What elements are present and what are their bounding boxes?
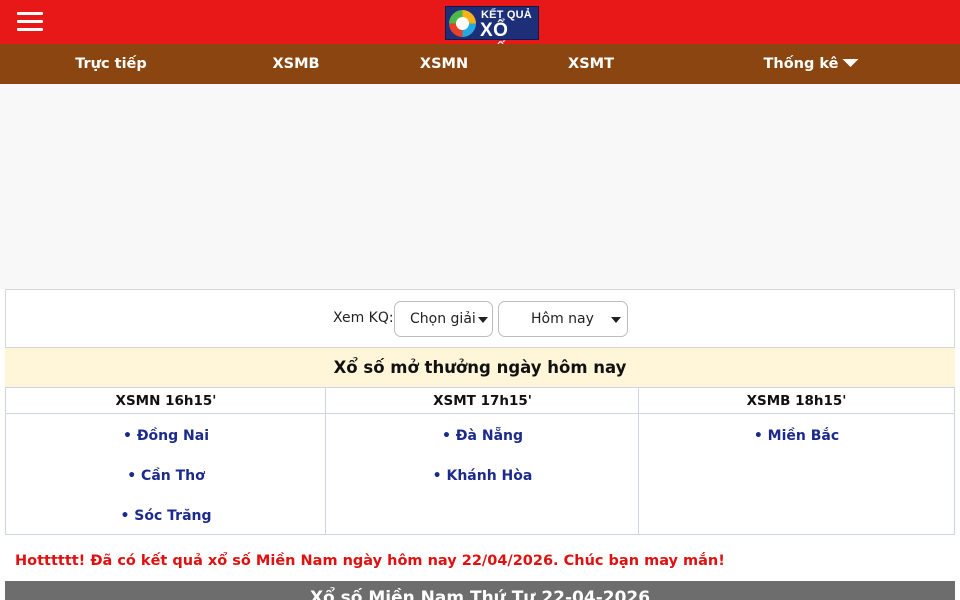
- prize-select[interactable]: Chọn giải: [394, 301, 493, 337]
- ad-placeholder: [0, 84, 960, 289]
- column-header: XSMT 17h15': [326, 388, 639, 414]
- main-nav: Trực tiếp XSMB XSMN XSMT Thống kê: [0, 44, 960, 84]
- nav-truc-tiep[interactable]: Trực tiếp: [75, 44, 147, 84]
- result-filter: Xem KQ: Chọn giải Hôm nay: [5, 289, 955, 348]
- province-link[interactable]: • Đồng Nai: [6, 423, 326, 463]
- dropdown-arrow-icon: [611, 317, 621, 323]
- province-link[interactable]: • Sóc Trăng: [6, 503, 326, 543]
- province-link[interactable]: • Cần Thơ: [6, 463, 326, 503]
- top-header: KẾT QUẢ XỔ SỐ: [0, 0, 960, 63]
- today-heading: Xổ số mở thưởng ngày hôm nay: [5, 348, 955, 387]
- nav-thong-ke[interactable]: Thống kê: [763, 44, 859, 84]
- schedule-column-xsmt: XSMT 17h15' • Đà Nẵng • Khánh Hòa: [325, 388, 639, 534]
- date-select-value: Hôm nay: [531, 311, 594, 327]
- today-schedule-table: XSMN 16h15' • Đồng Nai • Cần Thơ • Sóc T…: [5, 387, 955, 535]
- dropdown-arrow-icon: [478, 317, 488, 323]
- nav-xsmn[interactable]: XSMN: [420, 44, 468, 84]
- province-link[interactable]: • Miền Bắc: [639, 423, 954, 463]
- site-logo[interactable]: KẾT QUẢ XỔ SỐ: [445, 6, 539, 63]
- result-title: Xổ số Miền Nam Thứ Tư 22-04-2026: [309, 588, 651, 600]
- caret-down-icon: [842, 59, 859, 67]
- hot-notice[interactable]: Hotttttt! Đã có kết quả xổ số Miền Nam n…: [15, 553, 725, 569]
- hamburger-menu-icon[interactable]: [17, 11, 43, 33]
- column-header: XSMN 16h15': [6, 388, 326, 414]
- result-title-bar: Xổ số Miền Nam Thứ Tư 22-04-2026: [5, 581, 955, 600]
- nav-xsmt[interactable]: XSMT: [568, 44, 614, 84]
- schedule-column-xsmn: XSMN 16h15' • Đồng Nai • Cần Thơ • Sóc T…: [6, 388, 326, 534]
- filter-label: Xem KQ:: [333, 310, 394, 326]
- nav-xsmb[interactable]: XSMB: [272, 44, 319, 84]
- logo-circle-icon: [449, 10, 476, 37]
- column-header: XSMB 18h15': [639, 388, 954, 414]
- prize-select-value: Chọn giải: [410, 311, 476, 327]
- schedule-column-xsmb: XSMB 18h15' • Miền Bắc: [638, 388, 954, 534]
- province-link[interactable]: • Khánh Hòa: [326, 463, 639, 503]
- province-link[interactable]: • Đà Nẵng: [326, 423, 639, 463]
- date-select[interactable]: Hôm nay: [498, 301, 628, 337]
